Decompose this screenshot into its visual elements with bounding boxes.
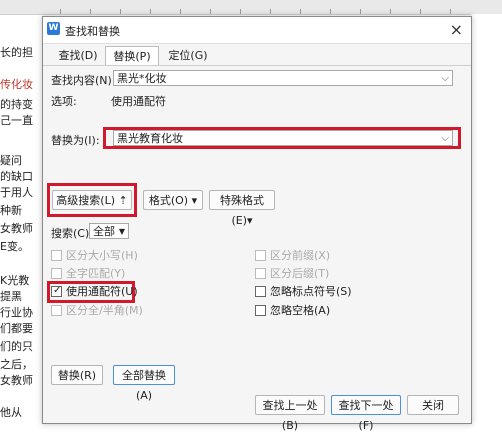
replace-label: 替换为(I): xyxy=(51,134,100,147)
find-prev-button[interactable]: 查找上一处(B) xyxy=(255,395,325,432)
find-label: 查找内容(N): xyxy=(51,74,116,87)
checkbox-label: 使用通配符(U) xyxy=(66,285,138,298)
document-text-area: 长的担 传化妆 的持变 己一直 疑问 的缺口 于用人 种新 女教师 E变。 K光… xyxy=(0,20,42,422)
checkbox-box[interactable] xyxy=(255,304,266,316)
doc-line: 疑问 xyxy=(0,154,22,167)
checkbox-box[interactable] xyxy=(255,249,266,261)
options-value: 使用通配符 xyxy=(111,95,166,108)
doc-line: E变。 xyxy=(0,240,29,253)
checkbox-label: 区分全/半角(M) xyxy=(66,304,143,317)
doc-line: 们都要 xyxy=(0,322,33,335)
checkbox-prefix[interactable]: 区分前缀(X) xyxy=(255,249,330,263)
doc-line: 行业协 xyxy=(0,306,33,319)
doc-line: 女教师 xyxy=(0,222,33,235)
doc-line: 于用人 xyxy=(0,186,33,199)
checkbox-box-checked[interactable]: ✓ xyxy=(51,284,62,297)
find-next-button[interactable]: 查找下一处(F) xyxy=(331,395,401,432)
special-format-button[interactable]: 特殊格式(E)▾ xyxy=(209,190,275,227)
checkbox-box[interactable] xyxy=(51,304,62,316)
search-label: 搜索(C) xyxy=(51,227,90,240)
checkbox-box[interactable] xyxy=(255,267,266,279)
checkbox-suffix[interactable]: 区分后缀(T) xyxy=(255,267,329,281)
checkbox-label: 区分前缀(X) xyxy=(270,249,331,262)
checkbox-ignore-punct[interactable]: 忽略标点符号(S) xyxy=(255,285,352,299)
format-button[interactable]: 格式(O) ▾ xyxy=(143,190,203,210)
find-value: 黑光*化妆 xyxy=(117,72,167,85)
advanced-search-button[interactable]: 高级搜索(L) ⇡ xyxy=(52,190,132,210)
replace-value: 黑光教育化妆 xyxy=(117,132,183,145)
close-icon[interactable]: × xyxy=(450,20,463,39)
doc-line: 提黑 xyxy=(0,290,22,303)
doc-line: K光教 xyxy=(0,274,30,287)
checkbox-label: 区分后缀(T) xyxy=(270,267,330,280)
search-select-value: 全部 xyxy=(93,225,115,238)
tab-divider xyxy=(43,65,471,66)
close-button[interactable]: 关闭 xyxy=(407,395,459,415)
checkbox-wildcards[interactable]: ✓ 使用通配符(U) xyxy=(51,285,138,299)
checkbox-box[interactable] xyxy=(255,285,266,297)
doc-line: 他从 xyxy=(0,406,22,419)
replace-input[interactable]: 黑光教育化妆 ⌵ xyxy=(113,130,453,146)
dropdown-arrow-icon: ▼ xyxy=(118,227,125,236)
checkbox-box[interactable] xyxy=(51,249,62,261)
checkbox-fullhalf[interactable]: 区分全/半角(M) xyxy=(51,304,143,318)
search-select[interactable]: 全部 ▼ xyxy=(89,223,129,239)
checkbox-label: 忽略空格(A) xyxy=(270,304,331,317)
document-right-margin xyxy=(471,14,502,422)
checkmark-icon: ✓ xyxy=(53,284,62,296)
ruler xyxy=(0,0,502,15)
doc-line: 的持变 xyxy=(0,98,33,111)
checkbox-label: 全字匹配(Y) xyxy=(66,267,126,280)
checkbox-label: 忽略标点符号(S) xyxy=(270,285,352,298)
checkbox-match-case[interactable]: 区分大小写(H) xyxy=(51,249,138,263)
doc-line: 之后， xyxy=(0,358,33,371)
doc-line: 长的担 xyxy=(0,46,33,59)
checkbox-whole-word[interactable]: 全字匹配(Y) xyxy=(51,267,125,281)
replace-all-button[interactable]: 全部替换(A) xyxy=(113,365,175,402)
dialog-titlebar[interactable]: W 查找和替换 × xyxy=(43,17,471,44)
options-label: 选项: xyxy=(51,95,77,108)
checkbox-label: 区分大小写(H) xyxy=(66,249,138,262)
find-replace-dialog: W 查找和替换 × 查找(D) 替换(P) 定位(G) 查找内容(N): 黑光*… xyxy=(42,16,472,432)
app-icon: W xyxy=(47,22,60,35)
doc-line: 传化妆 xyxy=(0,78,33,91)
doc-line: 的缺口 xyxy=(0,170,33,183)
chevron-down-icon[interactable]: ⌵ xyxy=(441,131,449,147)
chevron-down-icon[interactable]: ⌵ xyxy=(441,71,449,87)
tab-replace[interactable]: 替换(P) xyxy=(105,46,159,66)
doc-line: 己一直 xyxy=(0,114,33,127)
doc-line: 们的只 xyxy=(0,340,33,353)
doc-line: 种新 xyxy=(0,204,22,217)
replace-button[interactable]: 替换(R) xyxy=(51,365,103,385)
tab-find[interactable]: 查找(D) xyxy=(51,46,105,65)
find-input[interactable]: 黑光*化妆 ⌵ xyxy=(113,70,453,86)
checkbox-ignore-space[interactable]: 忽略空格(A) xyxy=(255,304,330,318)
checkbox-box[interactable] xyxy=(51,267,62,279)
dialog-title: 查找和替换 xyxy=(65,25,120,38)
doc-line: 女教师 xyxy=(0,374,33,387)
tab-goto[interactable]: 定位(G) xyxy=(161,46,215,65)
